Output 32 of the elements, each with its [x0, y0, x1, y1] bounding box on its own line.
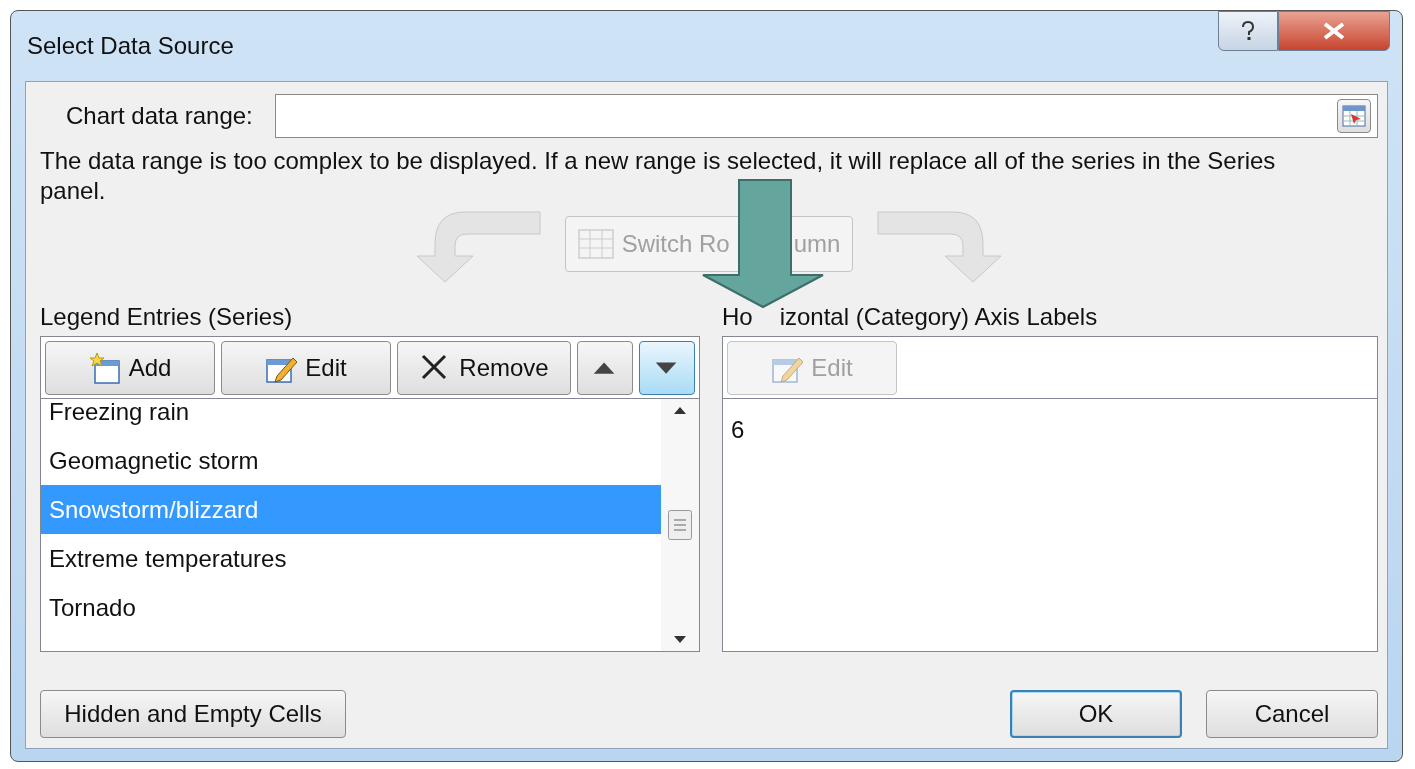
- help-button[interactable]: [1218, 11, 1278, 51]
- dialog-button[interactable]: Cancel: [1206, 690, 1378, 738]
- scroll-thumb-icon: [668, 510, 692, 540]
- range-picker-button[interactable]: [1337, 99, 1371, 133]
- series-list-item[interactable]: Extreme temperatures: [41, 534, 661, 583]
- series-list-item[interactable]: Geomagnetic storm: [41, 436, 661, 485]
- scrollbar[interactable]: [661, 399, 699, 651]
- panel-heading: izontal (Category) Axis Labels: [779, 302, 1098, 332]
- scroll-up-icon: [673, 405, 687, 415]
- range-input-field[interactable]: [274, 94, 1378, 138]
- panel-heading: Ho: [722, 302, 753, 332]
- add-icon: [88, 352, 121, 384]
- panel-heading: Legend Entries (Series): [40, 302, 293, 332]
- range-picker-icon: [1342, 105, 1366, 127]
- scroll-down-icon: [673, 635, 687, 645]
- help-icon: [1240, 20, 1256, 42]
- series-list-item[interactable]: Tornado: [41, 583, 661, 632]
- add-button[interactable]: Add: [45, 341, 215, 395]
- close-icon: [1322, 22, 1346, 40]
- info-message: The data range is too complex to be displayed. If a new range is selected, it will replace all of the series in the Series panel.: [40, 146, 1277, 206]
- dialog-button[interactable]: Hidden and Empty Cells: [40, 690, 346, 738]
- window-title: Select Data Source: [26, 31, 234, 61]
- move-down-button[interactable]: [639, 341, 695, 395]
- category-list-item[interactable]: 6: [723, 405, 1377, 454]
- remove-button[interactable]: Remove: [397, 341, 571, 395]
- dialog-button[interactable]: OK: [1010, 690, 1182, 738]
- close-button[interactable]: [1278, 11, 1390, 51]
- field-label: Chart data range:: [66, 101, 253, 131]
- table-icon: [577, 229, 614, 259]
- edit-button[interactable]: Edit: [221, 341, 391, 395]
- move-up-button[interactable]: [577, 341, 633, 395]
- series-list-item[interactable]: Freezing rain: [41, 399, 661, 436]
